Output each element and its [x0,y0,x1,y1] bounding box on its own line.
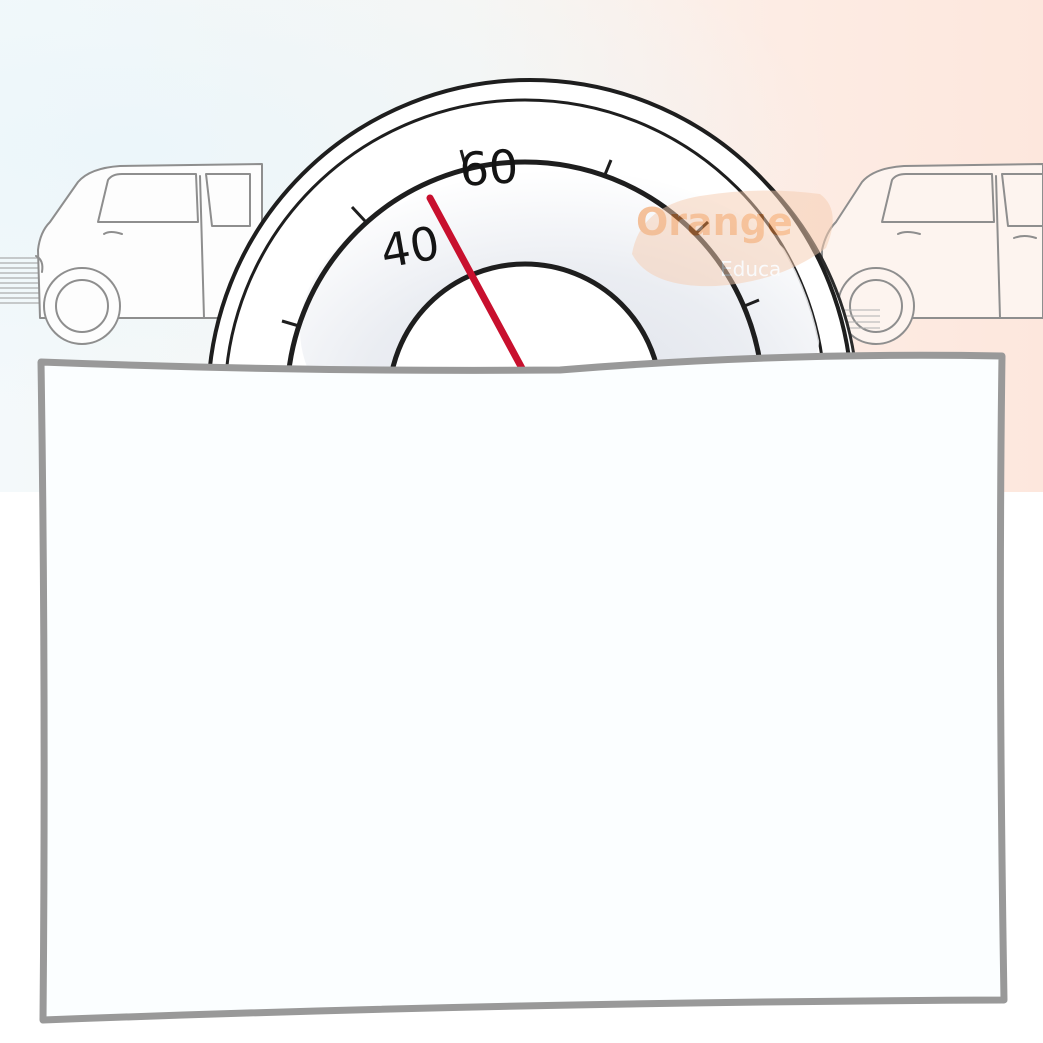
watermark-sub: Educa [720,257,781,281]
speed-label-40: 40 [377,215,444,278]
blank-card [37,351,1008,1024]
car-right-icon [821,163,1043,345]
scene: 40 60 Orange Educa [0,78,1043,1024]
speed-lines-left [0,257,44,304]
watermark-brand: Orange [636,200,793,244]
speed-label-60: 60 [458,139,520,197]
